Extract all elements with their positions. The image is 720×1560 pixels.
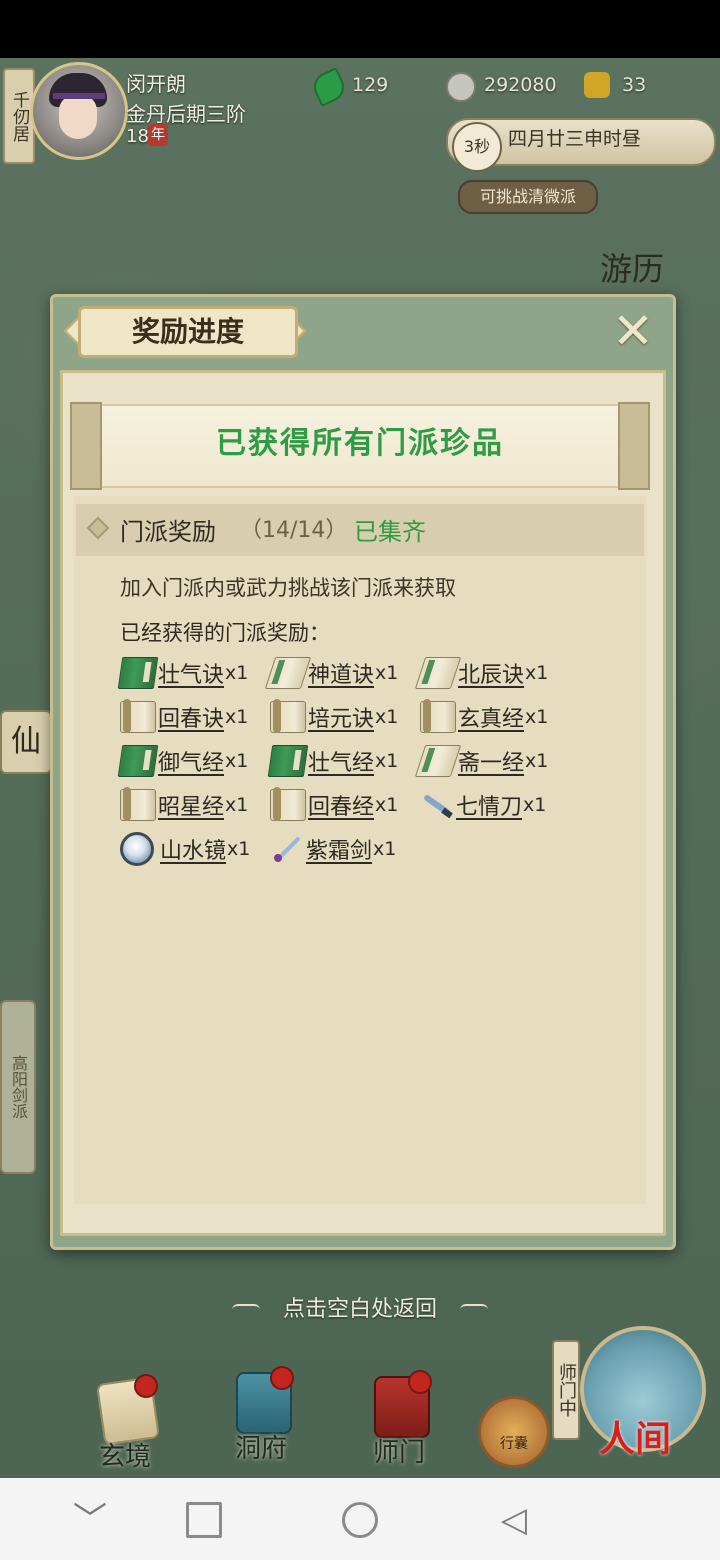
green-book-icon <box>117 745 159 777</box>
strength-count: 33 <box>622 74 647 96</box>
timer-badge: 3秒 <box>452 122 502 172</box>
chevron-down-icon[interactable]: ﹀ <box>70 1500 110 1540</box>
obtained-label: 已经获得的门派奖励： <box>120 621 330 645</box>
reward-item[interactable]: 山水镜 x1 <box>120 831 250 867</box>
notification-dot <box>408 1370 432 1394</box>
scroll-icon <box>270 699 306 733</box>
nav-renjian[interactable]: 人间 <box>560 1320 720 1470</box>
sword-icon <box>270 834 304 864</box>
age-unit-badge: 年 <box>148 124 168 146</box>
player-realm: 金丹后期三阶 <box>126 102 246 126</box>
game-date: 四月廿三申时昼 <box>508 128 642 150</box>
reward-item[interactable]: 御气经 x1 <box>117 743 248 779</box>
reward-item[interactable]: 昭星经 x1 <box>120 787 248 823</box>
recent-apps-icon[interactable] <box>186 1502 222 1538</box>
close-icon[interactable]: ✕ <box>608 306 658 358</box>
scroll-icon <box>420 699 456 733</box>
swirl-ornament <box>460 1304 488 1316</box>
scroll-icon <box>120 787 156 821</box>
reward-item[interactable]: 壮气经 x1 <box>267 743 398 779</box>
sect-side-tab[interactable]: 高阳剑派 <box>0 1000 36 1174</box>
reward-item[interactable]: 北辰诀 x1 <box>414 655 548 691</box>
nav-dongfu[interactable]: 洞府 <box>216 1366 306 1468</box>
player-age: 18 <box>126 126 149 147</box>
strength-icon <box>584 72 610 98</box>
reward-section-title: 门派奖励 <box>120 518 216 546</box>
reward-description: 加入门派内或武力挑战该门派来获取 <box>120 576 456 600</box>
avatar[interactable] <box>30 62 128 160</box>
reward-status: 已集齐 <box>354 518 426 546</box>
nav-shimen[interactable]: 师门 <box>354 1370 444 1472</box>
tap-to-return-hint[interactable]: 点击空白处返回 <box>240 1294 480 1326</box>
banner-text: 已获得所有门派珍品 <box>216 426 504 461</box>
back-icon[interactable]: ◁ <box>494 1500 534 1540</box>
reward-item[interactable]: 回春诀 x1 <box>120 699 248 735</box>
green-book-icon <box>117 657 159 689</box>
open-book-icon <box>264 657 312 689</box>
mirror-icon <box>120 832 154 866</box>
scroll-icon <box>270 787 306 821</box>
challenge-tag[interactable]: 可挑战清微派 <box>458 180 598 214</box>
bag-button[interactable]: 行囊 <box>478 1396 550 1468</box>
reward-item[interactable]: 玄真经 x1 <box>420 699 548 735</box>
home-icon[interactable] <box>342 1502 378 1538</box>
reward-item[interactable]: 回春经 x1 <box>270 787 398 823</box>
scroll-icon <box>120 699 156 733</box>
coin-count: 292080 <box>484 74 557 96</box>
reward-count: （14/14） <box>240 518 348 543</box>
notification-dot <box>270 1366 294 1390</box>
reward-item[interactable]: 七情刀 x1 <box>420 787 546 823</box>
reward-item[interactable]: 壮气诀 x1 <box>117 655 248 691</box>
jade-count: 129 <box>352 74 389 96</box>
reward-item[interactable]: 培元诀 x1 <box>270 699 398 735</box>
dialog-title: 奖励进度 <box>78 306 298 358</box>
reward-item[interactable]: 紫霜剑 x1 <box>270 831 396 867</box>
blade-icon <box>420 790 454 820</box>
left-map-sign[interactable]: 仙 <box>0 710 52 774</box>
coin-icon <box>446 72 476 102</box>
notification-dot <box>134 1374 158 1398</box>
player-name: 闵开朗 <box>126 72 186 96</box>
open-book-icon <box>414 745 462 777</box>
nav-xuanjing[interactable]: 玄境 <box>80 1374 170 1476</box>
open-book-icon <box>414 657 462 689</box>
reward-item[interactable]: 斋一经 x1 <box>414 743 548 779</box>
green-book-icon <box>267 745 309 777</box>
sect-status-tag: 师门中 <box>552 1340 580 1440</box>
reward-item[interactable]: 神道诀 x1 <box>264 655 398 691</box>
